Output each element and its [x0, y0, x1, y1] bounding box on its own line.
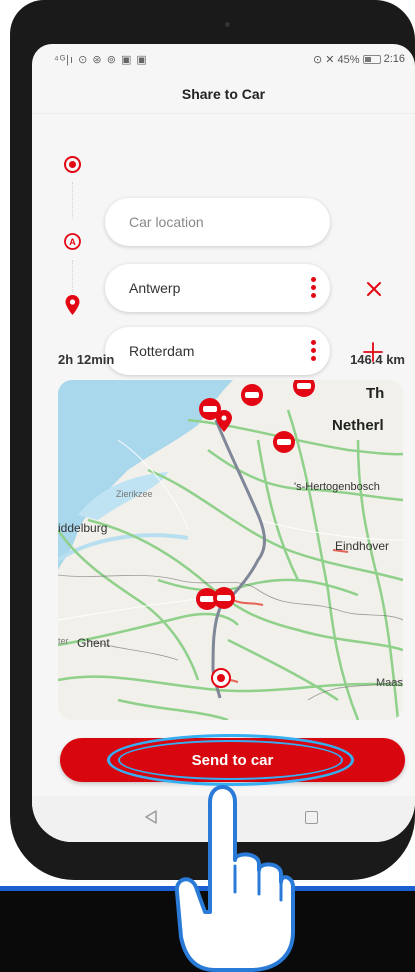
status-icons-left: ⁴ᴳ|ı ⊙ ⊛ ⊚ ▣ ▣	[54, 53, 148, 66]
waypoint-field[interactable]: Antwerp	[105, 264, 330, 312]
battery-icon	[362, 54, 381, 64]
pin-icon	[65, 295, 80, 315]
tap-hand-icon	[175, 785, 295, 972]
traffic-incident-icon[interactable]	[241, 384, 263, 406]
map-label: 's-Hertogenbosch	[294, 481, 380, 493]
stage: ⁴ᴳ|ı ⊙ ⊛ ⊚ ▣ ▣ ⊙ ✕ 45% 2:16 Share to Car…	[0, 0, 415, 972]
phone-frame: ⁴ᴳ|ı ⊙ ⊛ ⊚ ▣ ▣ ⊙ ✕ 45% 2:16 Share to Car…	[10, 0, 415, 880]
back-icon[interactable]	[144, 810, 158, 824]
route-connector	[72, 260, 73, 292]
route-summary: 2h 12min 146.4 km	[32, 348, 415, 370]
start-location-field[interactable]: Car location	[105, 198, 330, 246]
route-map[interactable]: Th Netherl 's-Hertogenbosch Zierikzee id…	[58, 380, 403, 720]
map-canvas: Th Netherl 's-Hertogenbosch Zierikzee id…	[58, 380, 403, 720]
traffic-incident-icon[interactable]	[213, 587, 235, 609]
map-label: Ghent	[77, 636, 110, 650]
map-label: ter	[58, 636, 69, 646]
waypoint-value: Antwerp	[129, 280, 181, 296]
start-marker-icon	[211, 668, 231, 688]
route-connector	[72, 182, 73, 218]
map-label: Zierikzee	[116, 489, 153, 499]
clock: 2:16	[383, 53, 405, 65]
status-bar: ⁴ᴳ|ı ⊙ ⊛ ⊚ ▣ ▣ ⊙ ✕ 45% 2:16	[32, 44, 415, 74]
current-location-icon	[64, 156, 81, 173]
status-indicators: ⊙ ✕ 45%	[313, 53, 360, 66]
status-icons-right: ⊙ ✕ 45% 2:16	[313, 53, 405, 66]
waypoint-a-icon: A	[64, 233, 81, 250]
route-editor: Car location A Antwerp Rotterdam	[32, 114, 415, 375]
map-label: Netherl	[332, 417, 384, 434]
camera-dot	[225, 22, 230, 27]
recent-apps-icon[interactable]	[305, 811, 318, 824]
map-label: iddelburg	[58, 521, 107, 535]
map-label: Eindhover	[335, 539, 389, 553]
more-options-icon[interactable]	[310, 277, 316, 299]
traffic-incident-icon[interactable]	[273, 431, 295, 453]
route-distance: 146.4 km	[350, 351, 405, 367]
route-duration: 2h 12min	[58, 351, 115, 367]
waypoint-a-letter: A	[69, 237, 76, 247]
map-label: Maas	[376, 677, 403, 689]
page-title: Share to Car	[32, 74, 415, 114]
remove-icon[interactable]	[363, 278, 385, 300]
app-screen: ⁴ᴳ|ı ⊙ ⊛ ⊚ ▣ ▣ ⊙ ✕ 45% 2:16 Share to Car…	[32, 44, 415, 842]
map-label: Th	[366, 385, 384, 402]
